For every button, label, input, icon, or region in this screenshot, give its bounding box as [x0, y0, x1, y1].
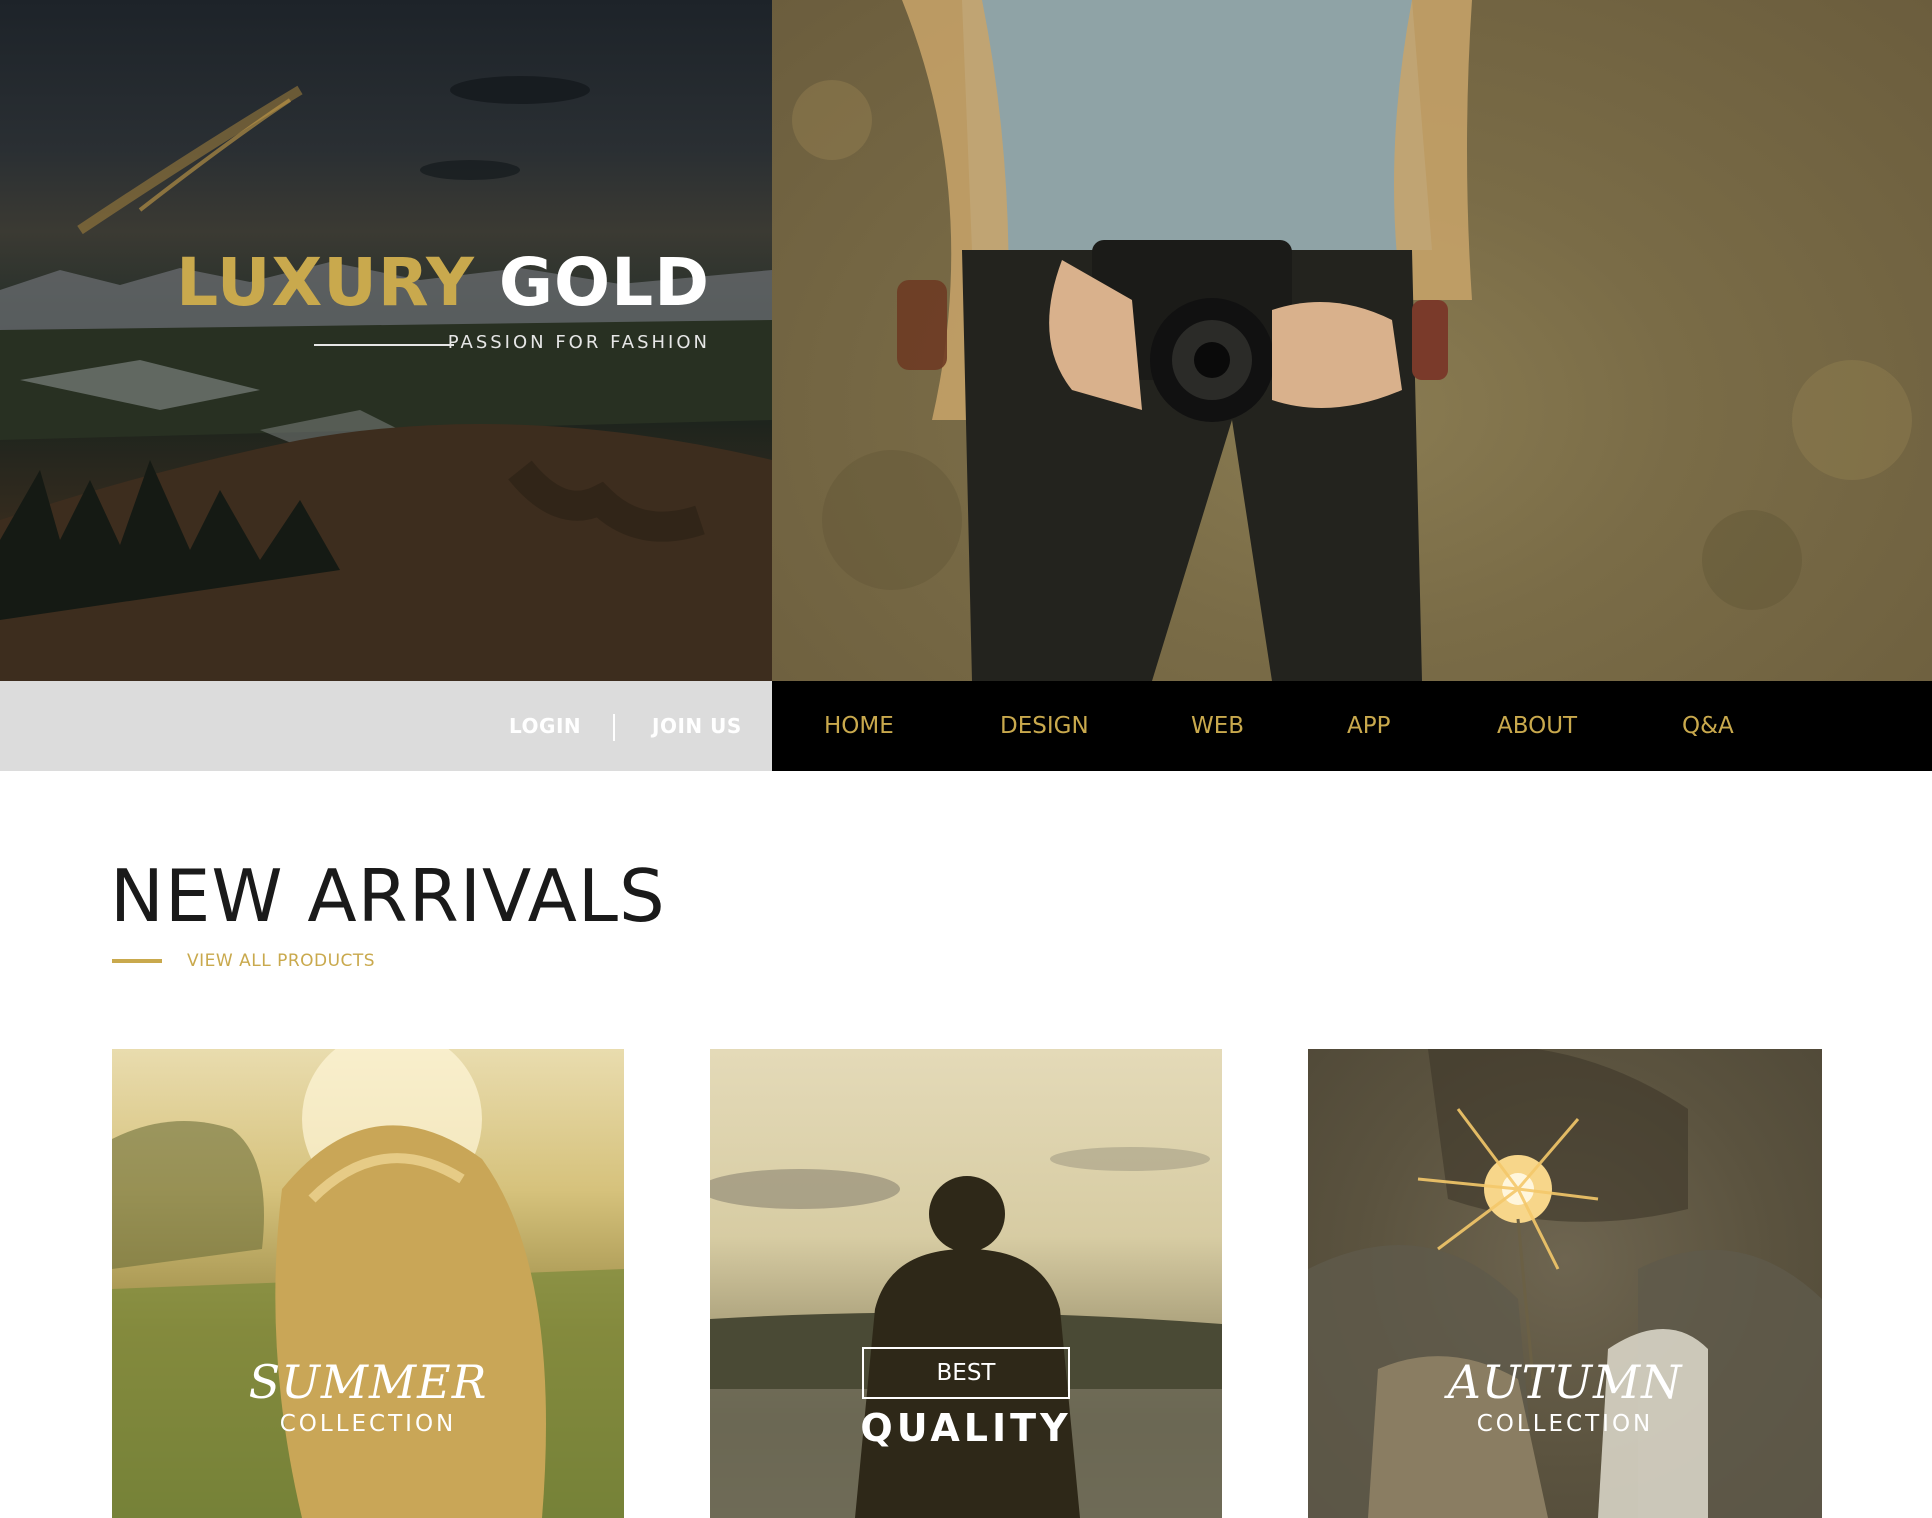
hero-photographer-image [772, 0, 1932, 681]
summer-subtitle: COLLECTION [279, 1411, 457, 1437]
best-label-box: BEST [862, 1347, 1070, 1399]
brand-title-white: GOLD [498, 244, 710, 321]
best-quality-card[interactable]: BEST QUALITY [710, 1049, 1222, 1518]
photographer-illustration [792, 0, 1912, 681]
nav-item-web[interactable]: WEB [1191, 681, 1244, 771]
autumn-title: AUTUMN [1447, 1355, 1683, 1409]
nav-item-qa[interactable]: Q&A [1682, 681, 1734, 771]
brand-divider-line [314, 344, 454, 346]
nav-item-about[interactable]: ABOUT [1497, 681, 1577, 771]
autumn-illustration [1308, 1049, 1822, 1518]
nav-item-home[interactable]: HOME [824, 681, 894, 771]
section-title: NEW ARRIVALS [110, 854, 666, 938]
quality-title: QUALITY [860, 1406, 1072, 1450]
summer-title: SUMMER [248, 1355, 488, 1409]
join-us-link[interactable]: JOIN US [652, 681, 742, 771]
summer-collection-card[interactable]: SUMMER COLLECTION [112, 1049, 624, 1518]
brand-tagline: PASSION FOR FASHION [447, 332, 710, 353]
summer-illustration [112, 1049, 624, 1518]
summer-caption: SUMMER COLLECTION [112, 1359, 624, 1437]
autumn-collection-card[interactable]: AUTUMN COLLECTION [1308, 1049, 1822, 1518]
nav-item-design[interactable]: DESIGN [1000, 681, 1089, 771]
section-accent-bar [112, 959, 162, 963]
brand-title: LUXURY GOLD [176, 250, 710, 316]
nav-item-app[interactable]: APP [1347, 681, 1390, 771]
view-all-products-link[interactable]: VIEW ALL PRODUCTS [187, 951, 375, 971]
login-link[interactable]: LOGIN [509, 681, 581, 771]
brand-subtitle: PASSION FOR FASHION [176, 332, 710, 358]
account-divider [613, 714, 615, 741]
brand-title-gold: LUXURY [176, 244, 475, 321]
brand-logo: LUXURY GOLD PASSION FOR FASHION [176, 250, 710, 358]
autumn-subtitle: COLLECTION [1476, 1411, 1654, 1437]
autumn-caption: AUTUMN COLLECTION [1308, 1359, 1822, 1437]
account-bar: LOGIN JOIN US [0, 681, 772, 771]
main-nav: HOME DESIGN WEB APP ABOUT Q&A [772, 681, 1932, 771]
hero-landscape-image: LUXURY GOLD PASSION FOR FASHION [0, 0, 772, 681]
hero-banner: LUXURY GOLD PASSION FOR FASHION [0, 0, 1932, 681]
